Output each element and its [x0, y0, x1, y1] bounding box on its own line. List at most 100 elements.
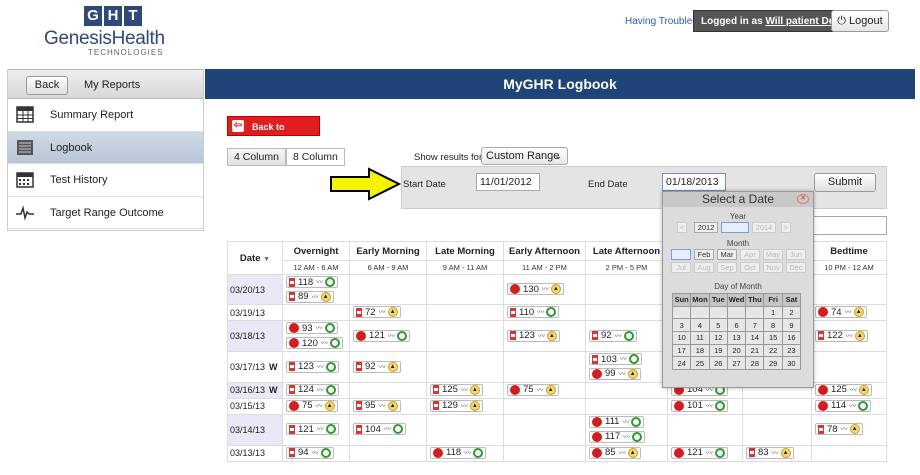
- reading-entry[interactable]: 121 〰: [353, 329, 410, 342]
- reading-entry[interactable]: 111 〰: [589, 415, 645, 428]
- sidebar-item-logbook[interactable]: Logbook: [8, 131, 203, 164]
- day-cell[interactable]: 10: [671, 331, 692, 345]
- reading-entry[interactable]: 92 〰 ▲: [353, 360, 401, 373]
- reading-entry[interactable]: 125 〰 ▲: [815, 383, 872, 396]
- sidebar-item-summary-report[interactable]: Summary Report: [8, 99, 203, 132]
- reading-entry[interactable]: 124 〰: [286, 383, 339, 396]
- reading-entry[interactable]: 94 〰: [286, 446, 334, 459]
- submit-button[interactable]: Submit: [814, 173, 876, 192]
- month-chip[interactable]: Mar: [717, 249, 737, 260]
- reading-entry[interactable]: 83 〰 ▲: [746, 446, 794, 459]
- range-select[interactable]: Custom Range ⌄: [481, 147, 568, 165]
- day-cell[interactable]: 6: [726, 318, 747, 333]
- month-chip[interactable]: Dec: [786, 262, 806, 273]
- having-trouble-link[interactable]: Having Trouble?: [625, 16, 698, 27]
- reading-entry[interactable]: 75 〰 ▲: [286, 399, 338, 412]
- next-year-icon[interactable]: >: [781, 222, 791, 233]
- reading-entry[interactable]: 93 〰: [286, 322, 338, 334]
- day-cell[interactable]: 26: [708, 356, 728, 371]
- reading-entry[interactable]: 121 〰: [286, 423, 339, 436]
- start-date-input[interactable]: 11/01/2012: [476, 173, 540, 191]
- reading-entry[interactable]: 129 〰 ▲: [430, 399, 483, 412]
- logout-button[interactable]: ⏻ Logout: [831, 10, 889, 32]
- reading-entry[interactable]: 95 〰 ▲: [353, 399, 401, 412]
- month-chip[interactable]: Jul: [671, 262, 691, 273]
- day-cell[interactable]: 17: [671, 343, 692, 358]
- close-icon[interactable]: ✕: [797, 194, 809, 204]
- search-input[interactable]: [813, 216, 887, 235]
- day-cell[interactable]: 28: [745, 356, 765, 371]
- reading-entry[interactable]: 114 〰: [815, 399, 872, 412]
- sidebar-item-test-history[interactable]: Test History: [8, 164, 203, 197]
- reading-entry[interactable]: 125 〰 ▲: [430, 383, 483, 396]
- day-cell[interactable]: 4: [690, 318, 710, 333]
- reading-entry[interactable]: 120 〰: [286, 337, 343, 349]
- reading-entry[interactable]: 74 〰 ▲: [815, 306, 867, 318]
- day-cell[interactable]: 20: [726, 343, 747, 358]
- month-chip[interactable]: Apr: [740, 249, 760, 260]
- day-cell[interactable]: 9: [781, 318, 802, 333]
- year-chip[interactable]: 2014: [752, 222, 776, 233]
- day-cell[interactable]: 7: [745, 318, 765, 333]
- month-chip[interactable]: [671, 249, 691, 260]
- day-cell[interactable]: 13: [726, 331, 747, 345]
- day-cell[interactable]: 16: [781, 331, 802, 345]
- year-chip[interactable]: 2012: [694, 222, 718, 233]
- end-date-input[interactable]: 01/18/2013: [662, 173, 726, 191]
- reading-entry[interactable]: 99 〰 ▲: [589, 367, 641, 380]
- day-cell[interactable]: 18: [690, 343, 710, 358]
- day-cell[interactable]: 30: [781, 356, 802, 371]
- reading-entry[interactable]: 104 〰: [353, 423, 406, 436]
- month-chip[interactable]: Feb: [694, 249, 714, 260]
- day-cell[interactable]: 2: [781, 305, 802, 320]
- year-chip-selected[interactable]: [721, 222, 749, 233]
- back-to-reports-button[interactable]: ⇦ Back to Reports: [227, 116, 320, 152]
- day-cell[interactable]: 25: [690, 356, 710, 371]
- month-chip[interactable]: Oct: [740, 262, 760, 273]
- day-cell[interactable]: 27: [726, 356, 747, 371]
- reading-entry[interactable]: 89 〰 ▲: [286, 290, 334, 303]
- month-chip[interactable]: May: [763, 249, 783, 260]
- day-cell[interactable]: 23: [781, 343, 802, 358]
- back-button[interactable]: Back: [26, 76, 68, 95]
- reading-entry[interactable]: 118 〰: [286, 276, 339, 288]
- day-cell[interactable]: 15: [763, 331, 783, 345]
- reading-entry[interactable]: 101 〰: [671, 399, 728, 412]
- day-cell[interactable]: 11: [690, 331, 710, 345]
- month-chip[interactable]: Nov: [763, 262, 783, 273]
- week-row: 24 25 26 27 28 29 30: [671, 356, 802, 371]
- reading-entry[interactable]: 122 〰 ▲: [815, 329, 868, 342]
- day-cell[interactable]: 19: [708, 343, 728, 358]
- day-cell[interactable]: 8: [763, 318, 783, 333]
- month-chip[interactable]: Aug: [694, 262, 714, 273]
- reading-entry[interactable]: 85 〰 ▲: [589, 446, 641, 459]
- reading-entry[interactable]: 130 〰 ▲: [507, 283, 564, 295]
- reading-entry[interactable]: 92 〰: [589, 329, 637, 342]
- reading-entry[interactable]: 123 〰 ▲: [507, 329, 560, 342]
- reading-entry[interactable]: 78 〰 ▲: [815, 423, 863, 436]
- day-cell[interactable]: 22: [763, 343, 783, 358]
- day-cell[interactable]: 3: [671, 318, 692, 333]
- day-cell[interactable]: 21: [745, 343, 765, 358]
- reading-entry[interactable]: 117 〰: [589, 430, 646, 443]
- month-chip[interactable]: Sep: [717, 262, 737, 273]
- sidebar-item-target-range-outcome[interactable]: Target Range Outcome: [8, 197, 203, 229]
- four-column-tab[interactable]: 4 Column: [227, 148, 286, 166]
- day-cell[interactable]: 14: [745, 331, 765, 345]
- month-chip[interactable]: Jun: [786, 249, 806, 260]
- reading-entry[interactable]: 75 〰 ▲: [507, 383, 559, 396]
- date-header[interactable]: Date ▼: [227, 241, 283, 275]
- day-cell[interactable]: 24: [671, 356, 692, 371]
- reading-entry[interactable]: 103 〰: [589, 353, 642, 365]
- reading-entry[interactable]: 121 〰: [671, 446, 728, 459]
- day-cell[interactable]: 12: [708, 331, 728, 345]
- reading-entry[interactable]: 123 〰: [286, 360, 339, 373]
- prev-year-icon[interactable]: <: [677, 222, 687, 233]
- day-cell[interactable]: 29: [763, 356, 783, 371]
- reading-entry[interactable]: 72 〰 ▲: [353, 306, 401, 319]
- eight-column-tab[interactable]: 8 Column: [285, 148, 345, 166]
- day-cell[interactable]: 1: [763, 305, 783, 320]
- reading-entry[interactable]: 118 〰: [430, 446, 487, 459]
- day-cell[interactable]: 5: [708, 318, 728, 333]
- reading-entry[interactable]: 110 〰: [507, 306, 560, 319]
